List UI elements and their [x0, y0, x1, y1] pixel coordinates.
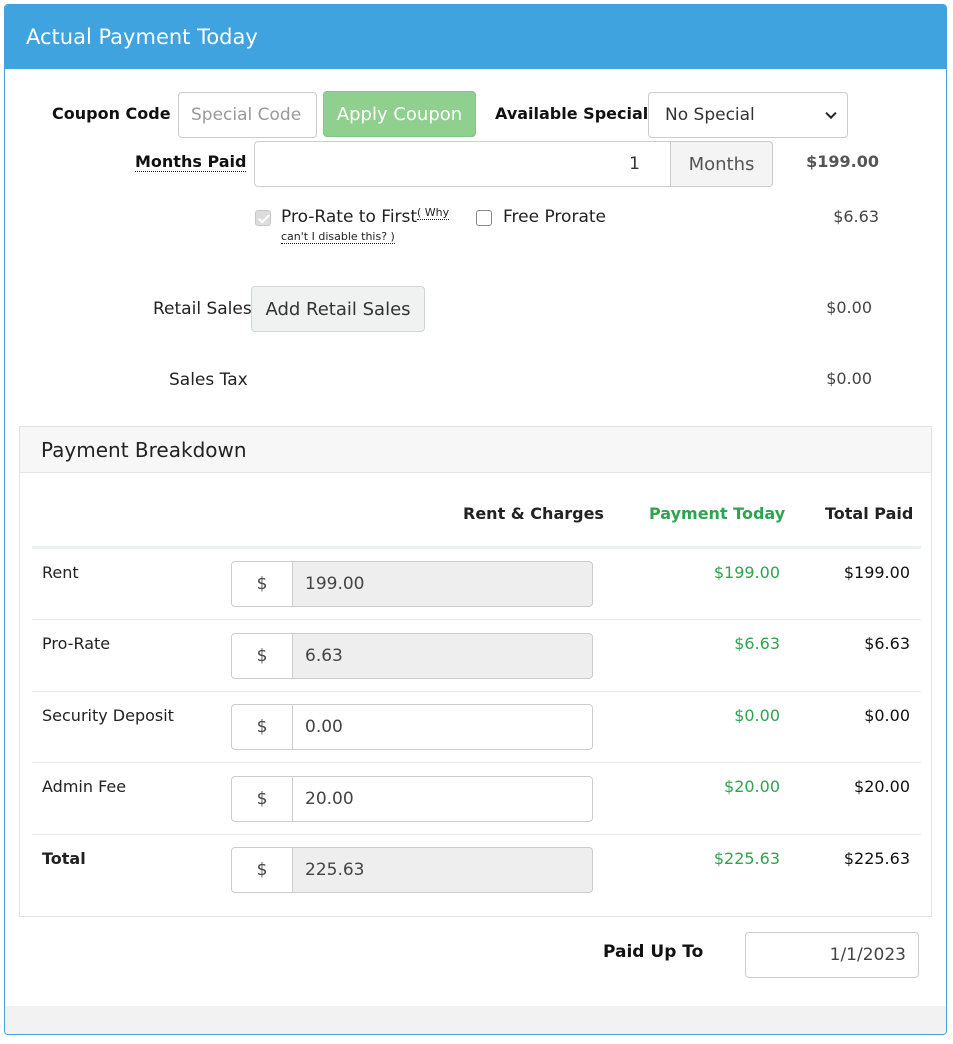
security-deposit-input[interactable]: 0.00 [293, 704, 593, 750]
why-link-text2: can't I disable this? ) [281, 230, 395, 244]
prorate-input-group: $ 6.63 [231, 633, 593, 679]
prorate-total-paid: $6.63 [864, 634, 910, 653]
paid-up-to-label: Paid Up To [603, 942, 704, 962]
months-paid-label: Months Paid [135, 152, 247, 172]
row-divider [32, 691, 921, 692]
specials-selected: No Special [665, 105, 755, 125]
row-label-security-deposit: Security Deposit [42, 706, 174, 725]
prorate-label: Pro-Rate to First [281, 207, 418, 227]
prorate-value-field: 6.63 [293, 633, 593, 679]
total-input-group: $ 225.63 [231, 847, 593, 893]
months-input-group: 1 Months [254, 141, 773, 187]
row-label-rent: Rent [42, 563, 79, 582]
col-header-total-paid: Total Paid [825, 504, 914, 523]
total-total-paid: $225.63 [843, 849, 910, 868]
prorate-payment-today: $6.63 [734, 634, 780, 653]
why-link-line2[interactable]: can't I disable this? ) [281, 230, 395, 244]
available-specials-label: Available Specials [495, 104, 658, 123]
months-amount: $199.00 [806, 152, 879, 171]
row-label-total: Total [42, 849, 86, 868]
months-unit: Months [671, 141, 773, 187]
currency-addon: $ [231, 633, 293, 679]
admin-fee-input[interactable]: 20.00 [293, 776, 593, 822]
prorate-checkbox[interactable] [255, 210, 271, 226]
paid-up-to-field[interactable]: 1/1/2023 [745, 932, 919, 978]
payment-breakdown-card: Payment Breakdown Rent & Charges Payment… [19, 426, 932, 917]
admin-fee-payment-today: $20.00 [724, 777, 780, 796]
months-paid-input[interactable]: 1 [254, 141, 671, 187]
row-divider [32, 762, 921, 763]
header-divider [32, 546, 921, 549]
why-link-line1[interactable]: ( Why [417, 206, 450, 220]
chevron-down-icon [825, 107, 837, 120]
admin-fee-input-group: $ 20.00 [231, 776, 593, 822]
security-deposit-input-group: $ 0.00 [231, 704, 593, 750]
sales-tax-amount: $0.00 [826, 369, 872, 388]
rent-value-field: 199.00 [293, 561, 593, 607]
admin-fee-total-paid: $20.00 [854, 777, 910, 796]
row-label-admin-fee: Admin Fee [42, 777, 127, 796]
total-payment-today: $225.63 [713, 849, 780, 868]
security-deposit-payment-today: $0.00 [734, 706, 780, 725]
specials-select[interactable]: No Special [648, 92, 848, 138]
total-value-field: 225.63 [293, 847, 593, 893]
free-prorate-checkbox[interactable] [476, 210, 492, 226]
currency-addon: $ [231, 847, 293, 893]
coupon-code-input[interactable]: Special Code [178, 92, 317, 138]
free-prorate-label: Free Prorate [503, 207, 606, 227]
rent-total-paid: $199.00 [843, 563, 910, 582]
row-label-prorate: Pro-Rate [42, 634, 111, 653]
rent-input-group: $ 199.00 [231, 561, 593, 607]
security-deposit-total-paid: $0.00 [864, 706, 910, 725]
row-divider [32, 834, 921, 835]
col-header-payment-today: Payment Today [649, 504, 786, 523]
breakdown-title: Payment Breakdown [20, 427, 931, 473]
apply-coupon-button[interactable]: Apply Coupon [323, 91, 476, 137]
why-link-text1: ( Why [417, 206, 450, 220]
sales-tax-label: Sales Tax [169, 370, 248, 390]
retail-amount: $0.00 [826, 298, 872, 317]
add-retail-sales-button[interactable]: Add Retail Sales [251, 286, 425, 332]
currency-addon: $ [231, 561, 293, 607]
panel-title: Actual Payment Today [5, 5, 946, 69]
coupon-placeholder: Special Code [191, 105, 302, 125]
panel-footer [5, 1006, 946, 1034]
col-header-charges: Rent & Charges [463, 504, 604, 523]
prorate-amount: $6.63 [833, 207, 879, 226]
retail-sales-label: Retail Sales [153, 299, 252, 319]
rent-payment-today: $199.00 [713, 563, 780, 582]
currency-addon: $ [231, 704, 293, 750]
coupon-code-label: Coupon Code [52, 104, 171, 123]
row-divider [32, 619, 921, 620]
currency-addon: $ [231, 776, 293, 822]
months-paid-text: Months Paid [135, 152, 247, 172]
